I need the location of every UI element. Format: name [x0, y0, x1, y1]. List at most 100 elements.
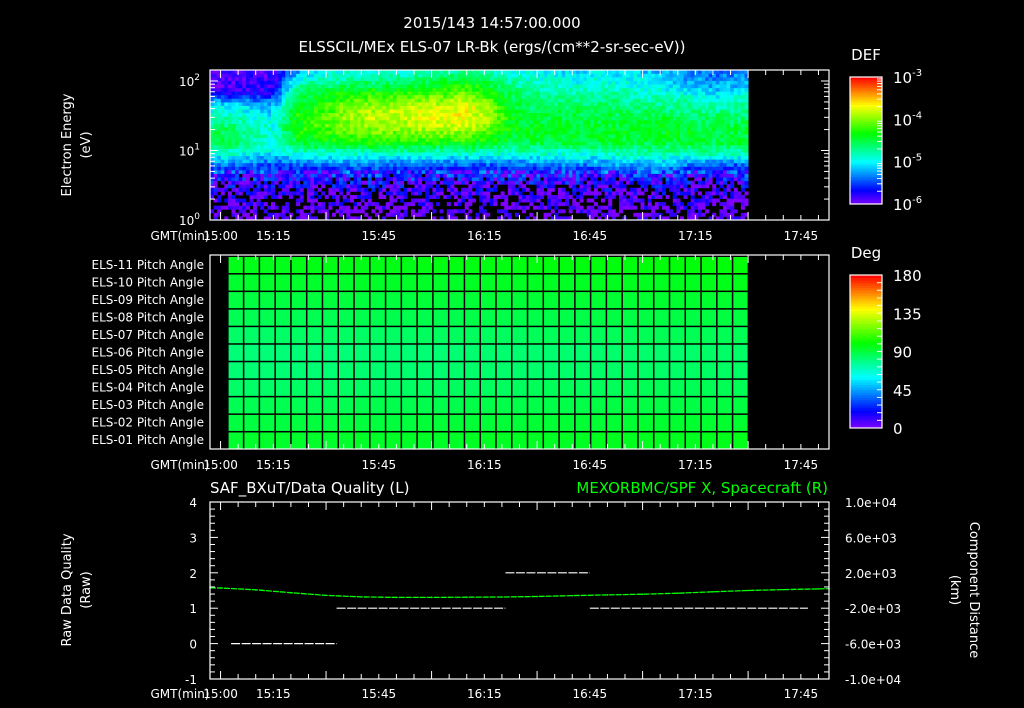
spectrogram-cell [292, 155, 297, 160]
spectrogram-cell [708, 91, 713, 96]
spectrogram-cell [357, 87, 362, 92]
spectrogram-cell [619, 202, 623, 207]
spectrogram-cell [565, 102, 570, 106]
spectrogram-cell [471, 162, 476, 167]
spectrogram-cell [375, 169, 379, 174]
spectrogram-cell [726, 130, 731, 135]
spectrogram-cell [332, 159, 336, 164]
spectrogram-cell [730, 169, 735, 174]
spectrogram-cell [475, 148, 480, 153]
spectrogram-cell [403, 202, 408, 207]
spectrogram-cell [231, 148, 236, 153]
spectrogram-cell [687, 159, 692, 164]
spectrogram-cell [242, 155, 247, 160]
spectrogram-cell [443, 177, 448, 182]
spectrogram-cell [737, 169, 742, 174]
spectrogram-cell [314, 173, 318, 178]
spectrogram-cell [583, 109, 588, 114]
spectrogram-cell [601, 177, 605, 182]
spectrogram-cell [253, 187, 257, 192]
spectrogram-cell [461, 169, 466, 174]
spectrogram-cell [715, 141, 720, 146]
spectrogram-cell [604, 87, 609, 92]
spectrogram-cell [683, 116, 688, 121]
spectrogram-cell [554, 102, 559, 106]
spectrogram-cell [245, 162, 250, 167]
spectrogram-cell [224, 141, 229, 146]
spectrogram-cell [443, 123, 448, 128]
spectrogram-cell [414, 91, 419, 96]
spectrogram-cell [256, 94, 261, 99]
spectrogram-cell [568, 209, 573, 214]
spectrogram-cell [687, 127, 692, 131]
spectrogram-cell [471, 112, 476, 117]
spectrogram-cell [575, 180, 580, 185]
spectrogram-cell [633, 91, 638, 96]
spectrogram-cell [285, 102, 290, 106]
spectrogram-cell [629, 127, 634, 131]
spectrogram-cell [378, 155, 383, 160]
spectrogram-cell [522, 102, 527, 106]
spectrogram-cell [450, 123, 455, 128]
spectrogram-cell [349, 98, 354, 103]
spectrogram-cell [260, 173, 265, 178]
spectrogram-cell [575, 173, 580, 178]
spectrogram-cell [712, 202, 717, 207]
spectrogram-cell [238, 209, 243, 214]
spectrogram-cell [479, 84, 484, 89]
spectrogram-cell [694, 94, 699, 99]
spectrogram-cell [550, 119, 555, 124]
spectrogram-cell [238, 169, 243, 174]
spectrogram-cell [249, 87, 254, 92]
spectrogram-cell [303, 141, 308, 146]
spectrogram-cell [468, 91, 473, 96]
spectrogram-cell [626, 91, 631, 96]
spectrogram-cell [428, 202, 433, 207]
spectrogram-cell [500, 159, 505, 164]
spectrogram-cell [339, 180, 344, 185]
spectrogram-cell [601, 162, 605, 167]
spectrogram-cell [690, 159, 695, 164]
spectrogram-cell [662, 105, 666, 110]
spectrogram-cell [608, 159, 613, 164]
spectrogram-cell [507, 177, 512, 182]
spectrogram-cell [611, 91, 616, 96]
spectrogram-cell [271, 141, 275, 146]
spectrogram-cell [324, 94, 329, 99]
spectrogram-cell [274, 94, 279, 99]
spectrogram-cell [292, 134, 297, 139]
spectrogram-cell [529, 134, 534, 139]
spectrogram-cell [726, 137, 731, 142]
spectrogram-cell [482, 84, 487, 89]
spectrogram-cell [453, 169, 458, 174]
spectrogram-cell [568, 195, 573, 199]
spectrogram-cell [708, 144, 713, 149]
spectrogram-cell [245, 144, 250, 149]
spectrogram-cell [504, 173, 509, 178]
spectrogram-cell [393, 130, 397, 135]
spectrogram-cell [378, 177, 383, 182]
spectrogram-cell [288, 195, 293, 199]
spectrogram-cell [471, 177, 476, 182]
spectrogram-cell [453, 87, 458, 92]
spectrogram-cell [644, 162, 649, 167]
spectrogram-cell [633, 169, 638, 174]
spectrogram-cell [425, 137, 430, 142]
spectrogram-cell [235, 94, 240, 99]
spectrogram-cell [253, 134, 257, 139]
spectrogram-cell [497, 159, 501, 164]
spectrogram-cell [464, 166, 469, 171]
spectrogram-cell [626, 123, 631, 128]
spectrogram-cell [367, 180, 372, 185]
spectrogram-cell [733, 169, 738, 174]
spectrogram-cell [217, 159, 222, 164]
spectrogram-cell [238, 177, 243, 182]
spectrogram-cell [288, 177, 293, 182]
spectrogram-cell [658, 148, 663, 153]
spectrogram-cell [471, 123, 476, 128]
spectrogram-cell [522, 195, 527, 199]
spectrogram-cell [608, 137, 613, 142]
spectrogram-cell [514, 159, 519, 164]
spectrogram-cell [396, 191, 401, 196]
spectrogram-cell [572, 84, 577, 89]
